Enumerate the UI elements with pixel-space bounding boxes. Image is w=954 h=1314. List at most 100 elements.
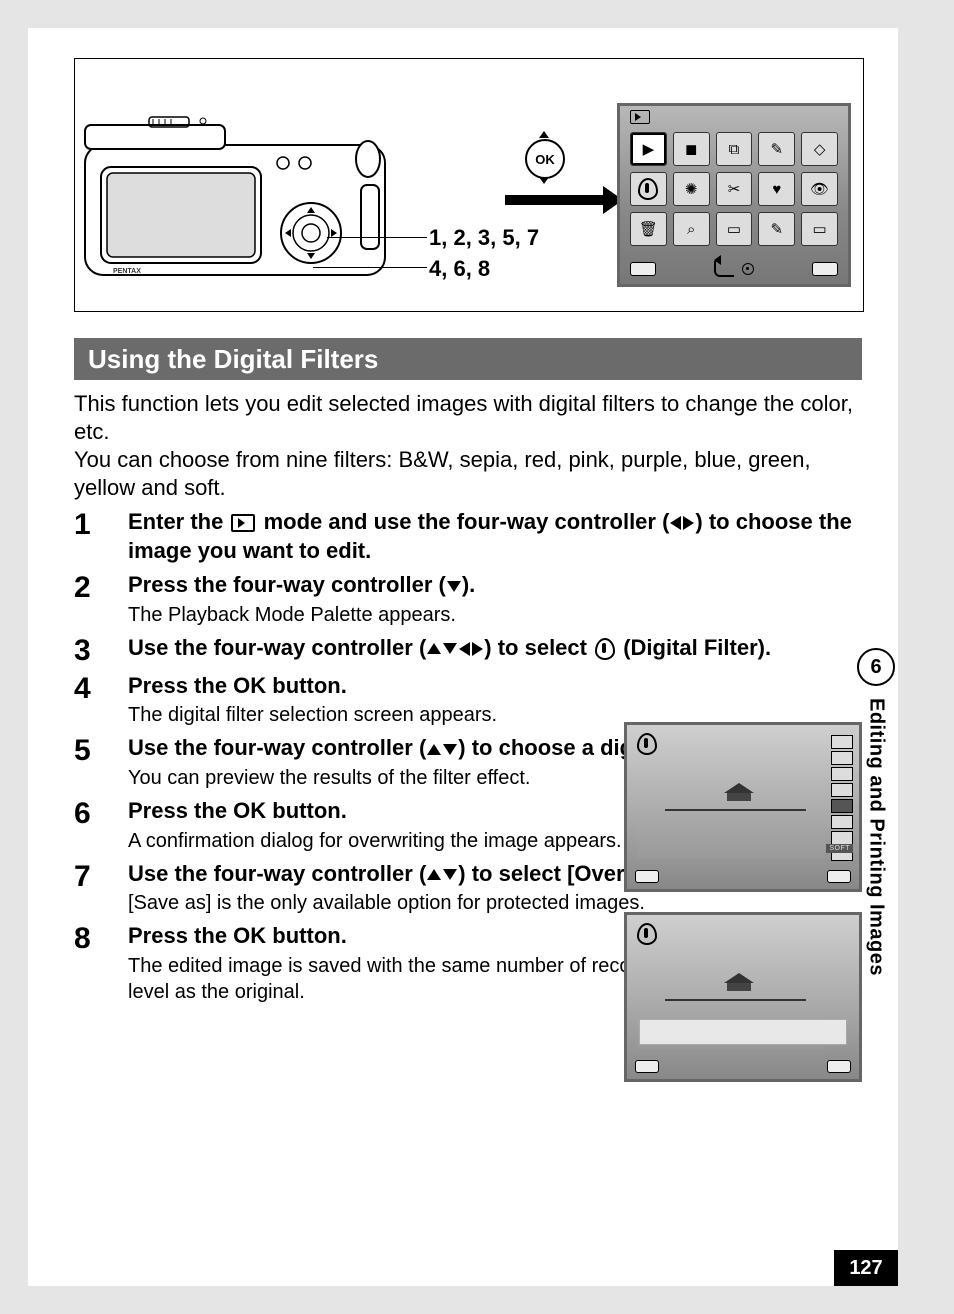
palette-cell: ◇: [801, 132, 838, 166]
text: Enter the: [128, 509, 229, 534]
screen-bottom: [635, 870, 851, 883]
step-2-desc: The Playback Mode Palette appears.: [128, 602, 862, 628]
digital-filter-icon: [638, 178, 658, 200]
up-icon: [427, 869, 441, 880]
step-2-title: Press the four-way controller ().: [128, 571, 862, 600]
palette-cell: 👁: [801, 172, 838, 206]
back-icon: [714, 261, 734, 277]
text: Press the: [128, 923, 233, 948]
chapter-label: Editing and Printing Images: [865, 698, 888, 976]
left-icon: [459, 642, 470, 656]
palette-cell: ✎: [758, 212, 795, 246]
filter-swatch: [831, 783, 853, 797]
dialog-strip: [639, 1019, 847, 1045]
step-3: 3 Use the four-way controller ( ) to sele…: [74, 634, 862, 666]
palette-cell: ⧉: [716, 132, 753, 166]
text: Press the four-way controller (: [128, 572, 446, 597]
screen-bottom: [635, 1060, 851, 1073]
intro-p2: You can choose from nine filters: B&W, s…: [74, 446, 862, 502]
down-icon: [443, 869, 457, 880]
intro-p1: This function lets you edit selected ima…: [74, 390, 862, 446]
step-4: 4 Press the OK button. The digital filte…: [74, 672, 862, 729]
filter-preview-screen: SOFT: [624, 722, 862, 892]
ok-button-icon: OK: [525, 139, 565, 179]
section-header: Using the Digital Filters: [74, 338, 862, 380]
text: Use the four-way controller (: [128, 635, 426, 660]
figure-label-1: 1, 2, 3, 5, 7: [429, 223, 539, 254]
figure-step-labels: 1, 2, 3, 5, 7 4, 6, 8: [429, 223, 539, 285]
palette-cell: ▭: [801, 212, 838, 246]
page: 6 Editing and Printing Images 127 PENTAX: [28, 28, 898, 1286]
page-number: 127: [834, 1250, 898, 1286]
palette-cell: ✺: [673, 172, 710, 206]
palette-cell: ✂: [716, 172, 753, 206]
step-number: 2: [74, 571, 128, 628]
palette-cell: 🗑: [630, 212, 667, 246]
ok-down-icon: [539, 177, 549, 184]
filter-swatch: [831, 735, 853, 749]
ok-up-icon: [539, 131, 549, 138]
palette-cell: ♥: [758, 172, 795, 206]
step-1: 1 Enter the mode and use the four-way co…: [74, 508, 862, 565]
arrow-icon: [505, 195, 605, 205]
bottom-left-button-icon: [635, 870, 659, 883]
step-4-title: Press the OK button.: [128, 672, 862, 701]
figure-label-2: 4, 6, 8: [429, 254, 539, 285]
down-icon: [447, 581, 461, 592]
filter-swatch: [831, 799, 853, 813]
palette-cell: ✎: [758, 132, 795, 166]
step-2: 2 Press the four-way controller (). The …: [74, 571, 862, 628]
svg-text:PENTAX: PENTAX: [113, 268, 141, 275]
filter-swatch: [831, 815, 853, 829]
text: mode and use the four-way controller (: [257, 509, 669, 534]
soft-label: SOFT: [826, 844, 853, 853]
palette-cell: [630, 172, 667, 206]
chapter-badge: 6: [857, 648, 895, 686]
palette-cell: ▶: [630, 132, 667, 166]
palette-left-button-icon: [630, 262, 656, 276]
step-number: 5: [74, 734, 128, 791]
confirmation-screen: [624, 912, 862, 1082]
digital-filter-icon: [595, 638, 615, 660]
step-number: 7: [74, 860, 128, 917]
ok-label: OK: [233, 923, 266, 948]
filter-swatch: [831, 767, 853, 781]
step-number: 6: [74, 797, 128, 854]
right-icon: [683, 516, 694, 530]
digital-filter-icon: [637, 923, 657, 945]
palette-screen: ▶ ◼ ⧉ ✎ ◇ ✺ ✂ ♥ 👁 🗑 ⌕ ▭ ✎ ▭: [617, 103, 851, 287]
right-icon: [472, 642, 483, 656]
step-number: 4: [74, 672, 128, 729]
playback-mode-icon: [231, 514, 255, 532]
bottom-left-button-icon: [635, 1060, 659, 1073]
text: Use the four-way controller (: [128, 735, 426, 760]
text: Press the: [128, 798, 233, 823]
leader-line-2: [313, 267, 427, 268]
filter-swatch: [831, 751, 853, 765]
playback-icon: [630, 110, 650, 124]
digital-filter-icon: [637, 733, 657, 755]
down-icon: [443, 744, 457, 755]
up-icon: [427, 744, 441, 755]
text: button.: [266, 923, 347, 948]
filter-swatch: [831, 831, 853, 845]
palette-right-button-icon: [812, 262, 838, 276]
leader-line-1: [327, 237, 427, 238]
text: (Digital Filter).: [617, 635, 771, 660]
bottom-right-button-icon: [827, 870, 851, 883]
down-icon: [443, 643, 457, 654]
step-1-title: Enter the mode and use the four-way cont…: [128, 508, 862, 565]
intro-text: This function lets you edit selected ima…: [74, 390, 862, 503]
step-number: 3: [74, 634, 128, 666]
ok-label: OK: [233, 673, 266, 698]
preview-image: [637, 761, 825, 859]
step-number: 8: [74, 922, 128, 1005]
palette-cell: ◼: [673, 132, 710, 166]
palette-cell: ▭: [716, 212, 753, 246]
text: button.: [266, 673, 347, 698]
figure-box: PENTAX OK 1, 2, 3, 5, 7 4, 6, 8 ▶ ◼ ⧉ ✎ …: [74, 58, 864, 312]
palette-grid: ▶ ◼ ⧉ ✎ ◇ ✺ ✂ ♥ 👁 🗑 ⌕ ▭ ✎ ▭: [630, 132, 838, 246]
text: ) to select: [484, 635, 593, 660]
ok-dot-icon: [742, 263, 754, 275]
step-3-title: Use the four-way controller ( ) to select…: [128, 634, 862, 663]
